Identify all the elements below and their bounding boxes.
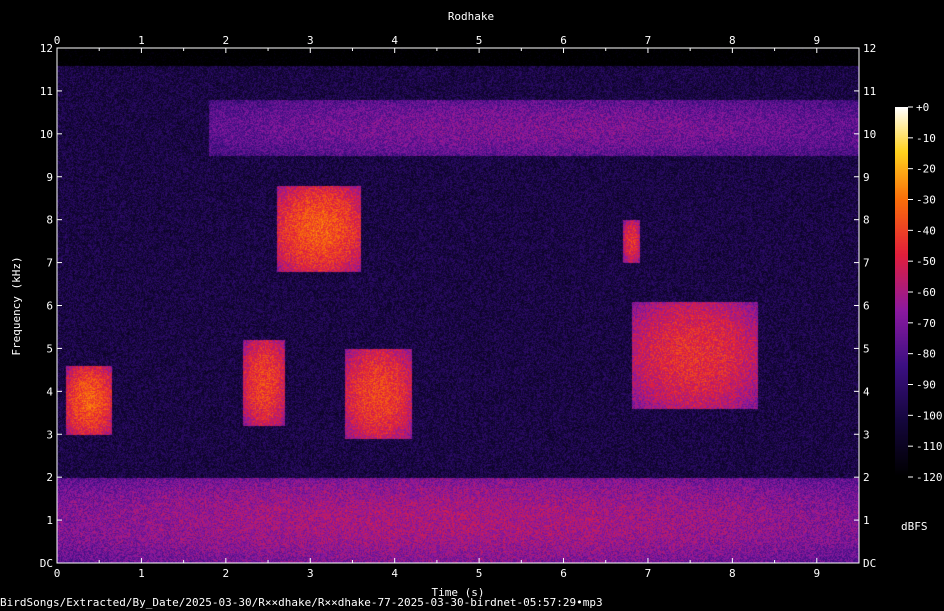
x-tick-label-bottom: 0: [54, 567, 61, 580]
plot-area: [57, 48, 859, 563]
x-tick-label-bottom: 4: [391, 567, 398, 580]
spectrogram-figure: Rodhake 00112233445566778899DC DC1 12 23 34 4…: [10, 10, 943, 599]
colorbar-tick-label: -50: [916, 255, 936, 268]
x-tick-label-bottom: 2: [223, 567, 230, 580]
colorbar-tick-label: -20: [916, 163, 936, 176]
y-tick-label-right: 8: [863, 214, 870, 227]
x-tick-label-top: 6: [560, 34, 567, 47]
x-tick-label-bottom: 6: [560, 567, 567, 580]
y-tick-label-left: DC: [40, 557, 53, 570]
y-axis-label: Frequency (kHz): [10, 256, 23, 355]
colorbar-tick-label: -120: [916, 471, 943, 484]
y-tick-label-left: 6: [46, 300, 53, 313]
colorbar-label: dBFS: [901, 520, 928, 533]
y-tick-label-right: 9: [863, 171, 870, 184]
x-tick-label-bottom: 5: [476, 567, 483, 580]
y-tick-label-left: 2: [46, 471, 53, 484]
y-tick-label-left: 5: [46, 342, 53, 355]
y-tick-label-right: 3: [863, 428, 870, 441]
colorbar-ticks: +0 -10 -20 -30 -40 -50 -60 -70 -80 -90 -100 -110 -12…: [908, 101, 943, 484]
colorbar-tick-label: -60: [916, 286, 936, 299]
y-tick-label-right: 6: [863, 300, 870, 313]
spectrogram-image: [57, 48, 859, 563]
y-tick-label-left: 9: [46, 171, 53, 184]
y-tick-label-right: 2: [863, 471, 870, 484]
colorbar-tick-label: +0: [916, 101, 929, 114]
y-tick-label-right: 4: [863, 385, 870, 398]
y-tick-label-left: 12: [40, 42, 53, 55]
x-tick-label-top: 3: [307, 34, 314, 47]
x-tick-label-bottom: 3: [307, 567, 314, 580]
x-tick-label-bottom: 9: [813, 567, 820, 580]
y-tick-label-right: 11: [863, 85, 876, 98]
colorbar-tick-label: -70: [916, 317, 936, 330]
y-tick-label-left: 10: [40, 128, 53, 141]
x-tick-label-bottom: 1: [138, 567, 145, 580]
colorbar: +0 -10 -20 -30 -40 -50 -60 -70 -80 -90 -100 -110 -12…: [895, 101, 943, 533]
x-tick-label-top: 2: [223, 34, 230, 47]
x-tick-label-bottom: 7: [645, 567, 652, 580]
x-tick-label-bottom: 8: [729, 567, 736, 580]
x-tick-label-top: 8: [729, 34, 736, 47]
y-tick-label-right: 12: [863, 42, 876, 55]
colorbar-gradient: [895, 107, 908, 477]
chart-title: Rodhake: [448, 10, 494, 23]
y-tick-label-left: 1: [46, 514, 53, 527]
y-tick-label-left: 7: [46, 257, 53, 270]
x-tick-label-top: 4: [391, 34, 398, 47]
y-tick-label-right: 5: [863, 342, 870, 355]
y-tick-label-right: DC: [863, 557, 876, 570]
y-tick-label-left: 11: [40, 85, 53, 98]
colorbar-tick-label: -80: [916, 348, 936, 361]
colorbar-tick-label: -40: [916, 224, 936, 237]
colorbar-tick-label: -100: [916, 409, 943, 422]
y-tick-label-right: 1: [863, 514, 870, 527]
colorbar-tick-label: -10: [916, 132, 936, 145]
x-tick-label-top: 9: [813, 34, 820, 47]
y-tick-label-right: 10: [863, 128, 876, 141]
x-tick-label-top: 7: [645, 34, 652, 47]
y-tick-label-left: 4: [46, 385, 53, 398]
colorbar-tick-label: -90: [916, 379, 936, 392]
x-tick-label-top: 5: [476, 34, 483, 47]
y-tick-label-right: 7: [863, 257, 870, 270]
x-tick-label-top: 0: [54, 34, 61, 47]
x-tick-label-top: 1: [138, 34, 145, 47]
colorbar-tick-label: -110: [916, 440, 943, 453]
file-path: BirdSongs/Extracted/By_Date/2025-03-30/R…: [0, 596, 603, 609]
colorbar-tick-label: -30: [916, 194, 936, 207]
y-tick-label-left: 3: [46, 428, 53, 441]
y-tick-label-left: 8: [46, 214, 53, 227]
